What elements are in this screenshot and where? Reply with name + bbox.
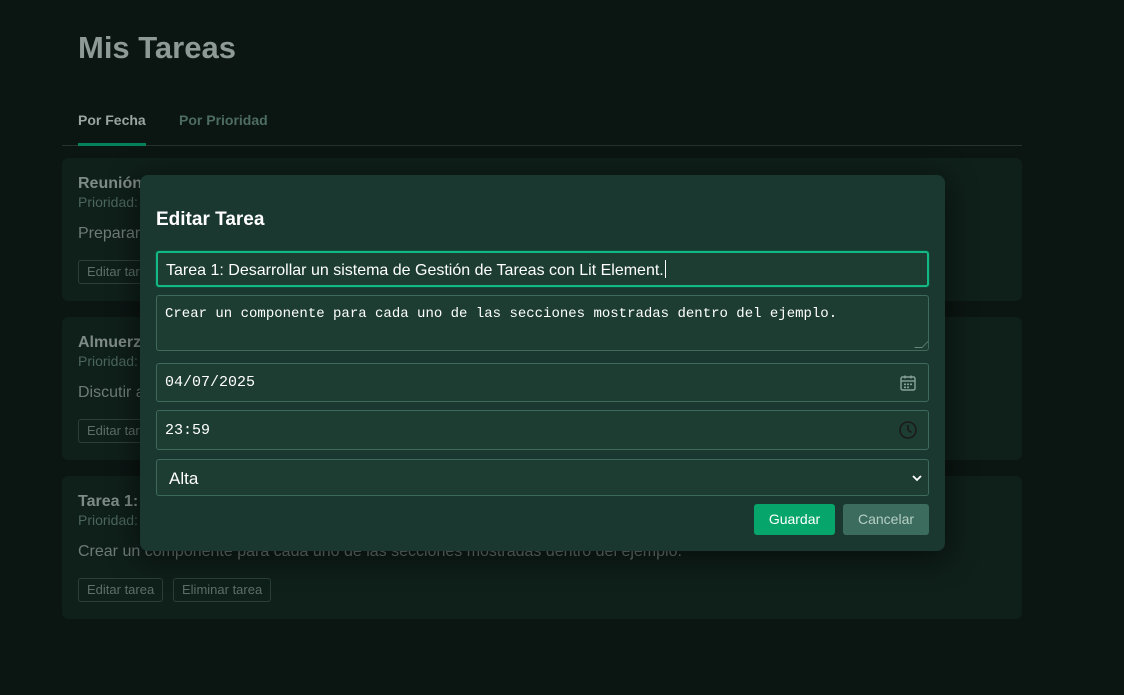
edit-task-modal: Editar Tarea Tarea 1: Desarrollar un sis… — [140, 175, 945, 551]
priority-select[interactable]: Alta — [156, 459, 929, 496]
cancel-button[interactable]: Cancelar — [843, 504, 929, 535]
date-value: 04/07/2025 — [165, 374, 256, 391]
date-input[interactable]: 04/07/2025 — [156, 363, 929, 402]
task-description-textarea[interactable]: Crear un componente para cada uno de las… — [156, 295, 929, 351]
save-button[interactable]: Guardar — [754, 504, 835, 535]
task-title-input[interactable]: Tarea 1: Desarrollar un sistema de Gesti… — [156, 251, 929, 287]
text-caret — [664, 260, 666, 278]
modal-overlay: Editar Tarea Tarea 1: Desarrollar un sis… — [0, 0, 1124, 695]
task-description-value: Crear un componente para cada uno de las… — [165, 306, 838, 322]
resize-handle-icon[interactable] — [914, 340, 928, 348]
chevron-down-icon — [912, 475, 922, 482]
calendar-icon[interactable] — [898, 373, 918, 393]
priority-value: Alta — [169, 469, 199, 488]
task-title-value: Tarea 1: Desarrollar un sistema de Gesti… — [166, 262, 664, 279]
clock-icon[interactable] — [898, 420, 918, 440]
time-input[interactable]: 23:59 — [156, 410, 929, 450]
modal-title: Editar Tarea — [156, 209, 265, 230]
time-value: 23:59 — [165, 422, 211, 439]
